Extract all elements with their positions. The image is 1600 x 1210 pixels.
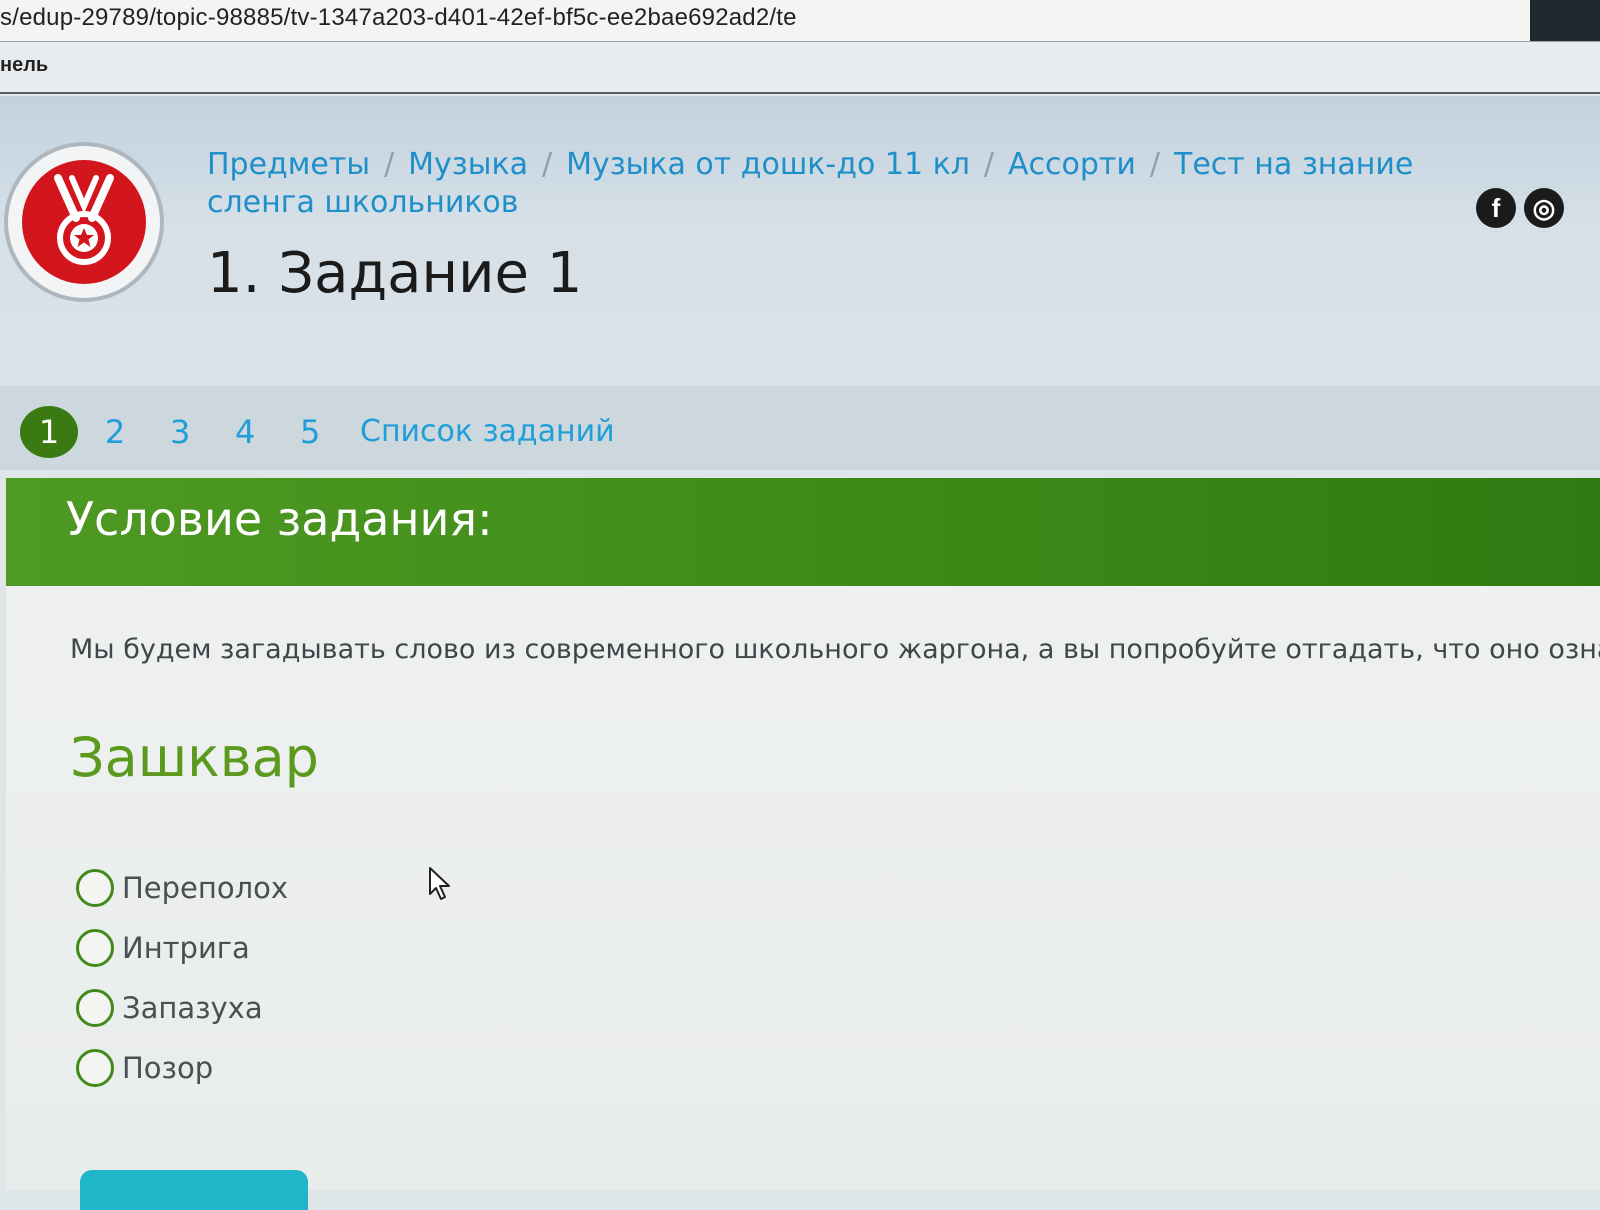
breadcrumb-separator: /: [384, 147, 395, 182]
bookmarks-bar: нель: [0, 42, 1600, 94]
task-nav-item-1[interactable]: 1: [20, 406, 78, 458]
answer-option-label: Позор: [122, 1051, 214, 1085]
submit-button[interactable]: [80, 1170, 308, 1210]
social-share-icon[interactable]: ◎: [1524, 188, 1564, 228]
medal-icon: [22, 160, 146, 284]
radio-button[interactable]: [76, 929, 114, 967]
task-nav-item-4[interactable]: 4: [235, 406, 255, 458]
answer-option[interactable]: Интрига: [76, 918, 288, 978]
window-corner: [1530, 0, 1600, 41]
breadcrumb-separator: /: [1149, 147, 1160, 182]
logo[interactable]: [4, 142, 164, 302]
breadcrumb-subjects[interactable]: Предметы: [207, 147, 370, 182]
breadcrumb-separator: /: [983, 147, 994, 182]
task-nav-item-5[interactable]: 5: [300, 406, 320, 458]
answer-options: Переполох Интрига Запазуха Позор: [76, 858, 288, 1098]
answer-option[interactable]: Переполох: [76, 858, 288, 918]
task-nav-item-2[interactable]: 2: [105, 406, 125, 458]
answer-option[interactable]: Запазуха: [76, 978, 288, 1038]
task-content: Мы будем загадывать слово из современног…: [6, 586, 1600, 1190]
task-list-link[interactable]: Список заданий: [360, 406, 615, 458]
breadcrumb-separator: /: [541, 147, 553, 182]
facebook-icon[interactable]: f: [1476, 188, 1516, 228]
task-instruction: Мы будем загадывать слово из современног…: [70, 634, 1600, 665]
answer-option[interactable]: Позор: [76, 1038, 288, 1098]
address-url[interactable]: s/edup-29789/topic-98885/tv-1347a203-d40…: [0, 4, 797, 32]
breadcrumb-music-grades[interactable]: Музыка от дошк-до 11 кл: [566, 147, 970, 182]
breadcrumb-assorted[interactable]: Ассорти: [1008, 147, 1136, 182]
radio-button[interactable]: [76, 989, 114, 1027]
mouse-cursor-icon: [429, 867, 450, 900]
slang-word: Зашквар: [70, 726, 319, 789]
task-nav-item-3[interactable]: 3: [170, 406, 190, 458]
answer-option-label: Запазуха: [122, 991, 263, 1025]
site-header: Предметы / Музыка / Музыка от дошк-до 11 кл /…: [0, 96, 1600, 386]
breadcrumb-music[interactable]: Музыка: [408, 147, 528, 182]
task-nav: 1 2 3 4 5 Список заданий: [0, 386, 1600, 470]
radio-button[interactable]: [76, 869, 114, 907]
address-bar[interactable]: s/edup-29789/topic-98885/tv-1347a203-d40…: [0, 0, 1600, 42]
condition-heading: Условие задания:: [66, 492, 493, 546]
answer-option-label: Переполох: [122, 871, 289, 905]
breadcrumb: Предметы / Музыка / Музыка от дошк-до 11 кл /…: [207, 146, 1467, 222]
page-title: 1. Задание 1: [207, 241, 583, 306]
radio-button[interactable]: [76, 1049, 114, 1087]
condition-header: Условие задания:: [6, 478, 1600, 586]
answer-option-label: Интрига: [122, 931, 250, 965]
bookmark-item[interactable]: нель: [0, 54, 48, 77]
